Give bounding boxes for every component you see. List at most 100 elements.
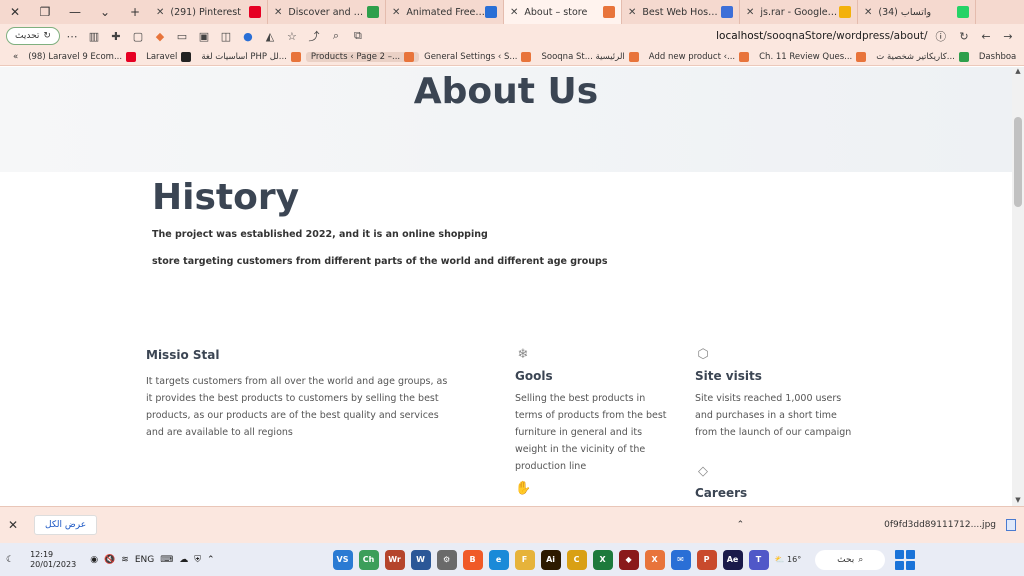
close-window-icon[interactable]: ✕ bbox=[0, 0, 30, 24]
sidebar-icon[interactable]: ▥ bbox=[84, 26, 104, 46]
download-item[interactable]: ⌃ 0f9fd3dd89111712....jpg bbox=[737, 519, 1016, 531]
reload-icon[interactable]: ↻ bbox=[954, 26, 974, 46]
tab-0[interactable]: ✕ (291) Pinterest bbox=[150, 0, 268, 24]
tab-6[interactable]: ✕ (34) واتساب bbox=[858, 0, 976, 24]
taskbar-app-4[interactable]: ⚙ bbox=[436, 549, 457, 570]
bookmark-6[interactable]: Add new product ‹... bbox=[644, 51, 754, 62]
wifi-icon[interactable]: ≋ bbox=[121, 555, 129, 565]
extension-icon-2[interactable]: ◆ bbox=[150, 26, 170, 46]
close-download-bar-icon[interactable]: ✕ bbox=[8, 518, 24, 532]
extension-icon-5[interactable]: ◫ bbox=[216, 26, 236, 46]
install-app-icon[interactable]: ⧉ bbox=[348, 26, 368, 46]
clock[interactable]: 12:19 20/01/2023 bbox=[30, 550, 76, 570]
extension-icon-7[interactable]: ◭ bbox=[260, 26, 280, 46]
extension-icon-3[interactable]: ▭ bbox=[172, 26, 192, 46]
extensions-icon[interactable]: ✚ bbox=[106, 26, 126, 46]
close-tab-icon[interactable]: ✕ bbox=[392, 7, 400, 18]
show-hidden-icons-icon[interactable]: ⌃ bbox=[207, 555, 215, 565]
bookmark-star-icon[interactable]: ☆ bbox=[282, 26, 302, 46]
taskbar-app-15[interactable]: Ae bbox=[722, 549, 743, 570]
language-indicator[interactable]: ENG bbox=[135, 555, 154, 565]
restore-window-icon[interactable]: ❐ bbox=[30, 0, 60, 24]
taskbar-app-8[interactable]: Ai bbox=[540, 549, 561, 570]
tab-1[interactable]: ✕ Discover and downlo bbox=[268, 0, 386, 24]
codepen-icon: ⬡ bbox=[697, 347, 709, 362]
bookmark-7[interactable]: Ch. 11 Review Ques... bbox=[754, 51, 871, 62]
taskbar-app-3[interactable]: W bbox=[410, 549, 431, 570]
weather-temp: 16° bbox=[787, 555, 802, 564]
back-icon[interactable]: ← bbox=[976, 26, 996, 46]
tab-5[interactable]: ✕ js.rar - Google Drive bbox=[740, 0, 858, 24]
search-icon: ⌕ bbox=[858, 554, 864, 565]
mission-text: It targets customers from all over the w… bbox=[146, 376, 448, 438]
taskbar-search[interactable]: بحث ⌕ bbox=[815, 549, 886, 570]
taskbar-app-14[interactable]: P bbox=[696, 549, 717, 570]
page-scrollbar[interactable]: ▲ ▼ bbox=[1012, 67, 1024, 506]
bookmark-8[interactable]: كاريكاتير شخصية ت... bbox=[871, 51, 974, 62]
weather-widget[interactable]: ⛅ 16° bbox=[775, 555, 802, 564]
bookmark-label: Laravel bbox=[146, 51, 178, 62]
taskbar-apps: VS Ch Wr W ⚙ Be F Ai C X ◆ X ✉ P Ae T bbox=[332, 549, 769, 570]
moon-icon[interactable]: ☾ bbox=[6, 555, 14, 565]
taskbar-app-9[interactable]: C bbox=[566, 549, 587, 570]
close-tab-icon[interactable]: ✕ bbox=[864, 7, 872, 18]
bookmark-9[interactable]: Dashboard ‹ wordp... bbox=[974, 52, 1016, 62]
url-path: /sooqnaStore/wordpress/about/ bbox=[763, 30, 928, 42]
more-bookmarks-icon[interactable]: « bbox=[8, 52, 23, 62]
windows-start-icon[interactable] bbox=[895, 549, 916, 570]
close-tab-icon[interactable]: ✕ bbox=[156, 7, 164, 18]
taskbar-app-0[interactable]: VS bbox=[332, 549, 353, 570]
camera-icon[interactable]: ◉ bbox=[90, 555, 98, 565]
taskbar-app-12[interactable]: X bbox=[644, 549, 665, 570]
menu-dots-icon[interactable]: ⋯ bbox=[62, 26, 82, 46]
bookmark-5[interactable]: Sooqna St... الرئيسية bbox=[536, 51, 643, 62]
scroll-down-icon[interactable]: ▼ bbox=[1012, 496, 1024, 506]
taskbar-app-5[interactable]: B bbox=[462, 549, 483, 570]
tab-4[interactable]: ✕ Best Web Hosting - D bbox=[622, 0, 740, 24]
bookmark-0[interactable]: (98) Laravel 9 Ecom... bbox=[23, 51, 141, 62]
taskbar-app-7[interactable]: F bbox=[514, 549, 535, 570]
share-icon[interactable]: ⤴ bbox=[304, 26, 324, 46]
keyboard-icon[interactable]: ⌨ bbox=[160, 555, 173, 565]
taskbar-app-6[interactable]: e bbox=[488, 549, 509, 570]
bookmark-favicon-icon bbox=[404, 51, 415, 62]
tab-3[interactable]: ✕ About – store bbox=[504, 0, 622, 24]
close-tab-icon[interactable]: ✕ bbox=[274, 7, 282, 18]
close-tab-icon[interactable]: ✕ bbox=[628, 7, 636, 18]
search-page-icon[interactable]: ⌕ bbox=[326, 26, 346, 46]
update-button[interactable]: تحديث ↻ bbox=[6, 27, 60, 45]
url-field[interactable]: localhost/sooqnaStore/wordpress/about/ ⓘ bbox=[368, 29, 952, 44]
download-options-icon[interactable]: ⌃ bbox=[737, 520, 745, 530]
extension-icon-6[interactable]: ● bbox=[238, 26, 258, 46]
page-title: About Us bbox=[413, 71, 599, 112]
taskbar-app-1[interactable]: Ch bbox=[358, 549, 379, 570]
taskbar-app-16[interactable]: T bbox=[748, 549, 769, 570]
site-info-icon[interactable]: ⓘ bbox=[936, 29, 947, 44]
new-tab-button[interactable]: + bbox=[120, 0, 150, 24]
clock-date: 20/01/2023 bbox=[30, 559, 77, 569]
scroll-up-icon[interactable]: ▲ bbox=[1012, 67, 1024, 77]
goals-text: Selling the best products in terms of pr… bbox=[515, 393, 667, 472]
tab-title: Best Web Hosting - D bbox=[642, 6, 721, 18]
close-tab-icon[interactable]: ✕ bbox=[746, 7, 754, 18]
bookmark-1[interactable]: Laravel bbox=[141, 51, 196, 62]
tab-2[interactable]: ✕ Animated Free 3D M bbox=[386, 0, 504, 24]
volume-muted-icon[interactable]: 🔇 bbox=[104, 555, 115, 565]
tab-search-icon[interactable]: ⌄ bbox=[90, 0, 120, 24]
taskbar-app-11[interactable]: ◆ bbox=[618, 549, 639, 570]
taskbar-app-2[interactable]: Wr bbox=[384, 549, 405, 570]
security-icon[interactable]: ⛨ bbox=[194, 555, 201, 565]
minimize-window-icon[interactable]: — bbox=[60, 0, 90, 24]
onedrive-icon[interactable]: ☁ bbox=[179, 555, 188, 565]
close-tab-icon[interactable]: ✕ bbox=[510, 7, 518, 18]
bookmark-4[interactable]: General Settings ‹ S... bbox=[419, 51, 536, 62]
taskbar-app-13[interactable]: ✉ bbox=[670, 549, 691, 570]
bookmark-3[interactable]: Products ‹ Page 2 –... bbox=[305, 51, 420, 62]
taskbar-app-10[interactable]: X bbox=[592, 549, 613, 570]
show-all-downloads-button[interactable]: عرض الكل bbox=[34, 515, 98, 535]
scroll-thumb[interactable] bbox=[1014, 117, 1022, 207]
extension-icon-1[interactable]: ▢ bbox=[128, 26, 148, 46]
extension-icon-4[interactable]: ▣ bbox=[194, 26, 214, 46]
forward-icon[interactable]: → bbox=[998, 26, 1018, 46]
bookmark-2[interactable]: أساسيات لغة PHP لل... bbox=[196, 51, 306, 62]
